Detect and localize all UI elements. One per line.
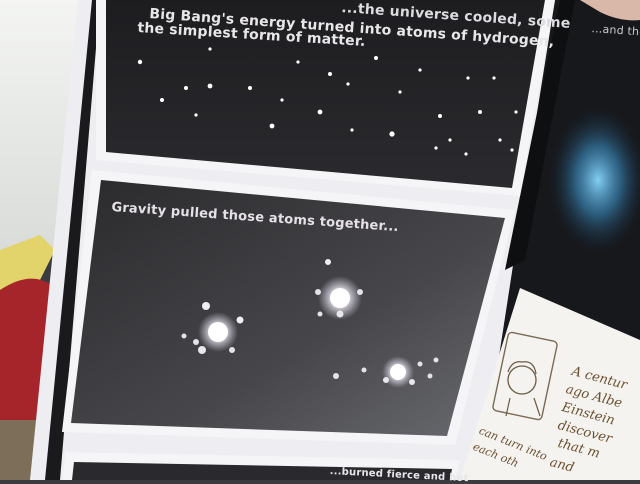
- star: [296, 60, 300, 64]
- star: [317, 109, 323, 115]
- star: [466, 76, 470, 80]
- star: [346, 82, 350, 86]
- star: [389, 131, 395, 137]
- star: [374, 56, 378, 60]
- star: [269, 123, 275, 129]
- star: [438, 114, 442, 118]
- star: [464, 152, 468, 156]
- star: [350, 128, 354, 132]
- star: [478, 110, 482, 114]
- star: [328, 72, 332, 76]
- star: [137, 59, 143, 65]
- star: [514, 110, 518, 114]
- star: [184, 86, 188, 90]
- star: [492, 76, 496, 80]
- photo-scene: [0, 0, 640, 480]
- star: [280, 98, 284, 102]
- star: [398, 90, 402, 94]
- star: [498, 138, 502, 142]
- star: [248, 86, 252, 90]
- star: [448, 138, 452, 142]
- star: [207, 83, 213, 89]
- star: [434, 146, 438, 150]
- star: [510, 148, 514, 152]
- star: [160, 98, 164, 102]
- star: [208, 47, 212, 51]
- star: [194, 113, 198, 117]
- star: [418, 68, 422, 72]
